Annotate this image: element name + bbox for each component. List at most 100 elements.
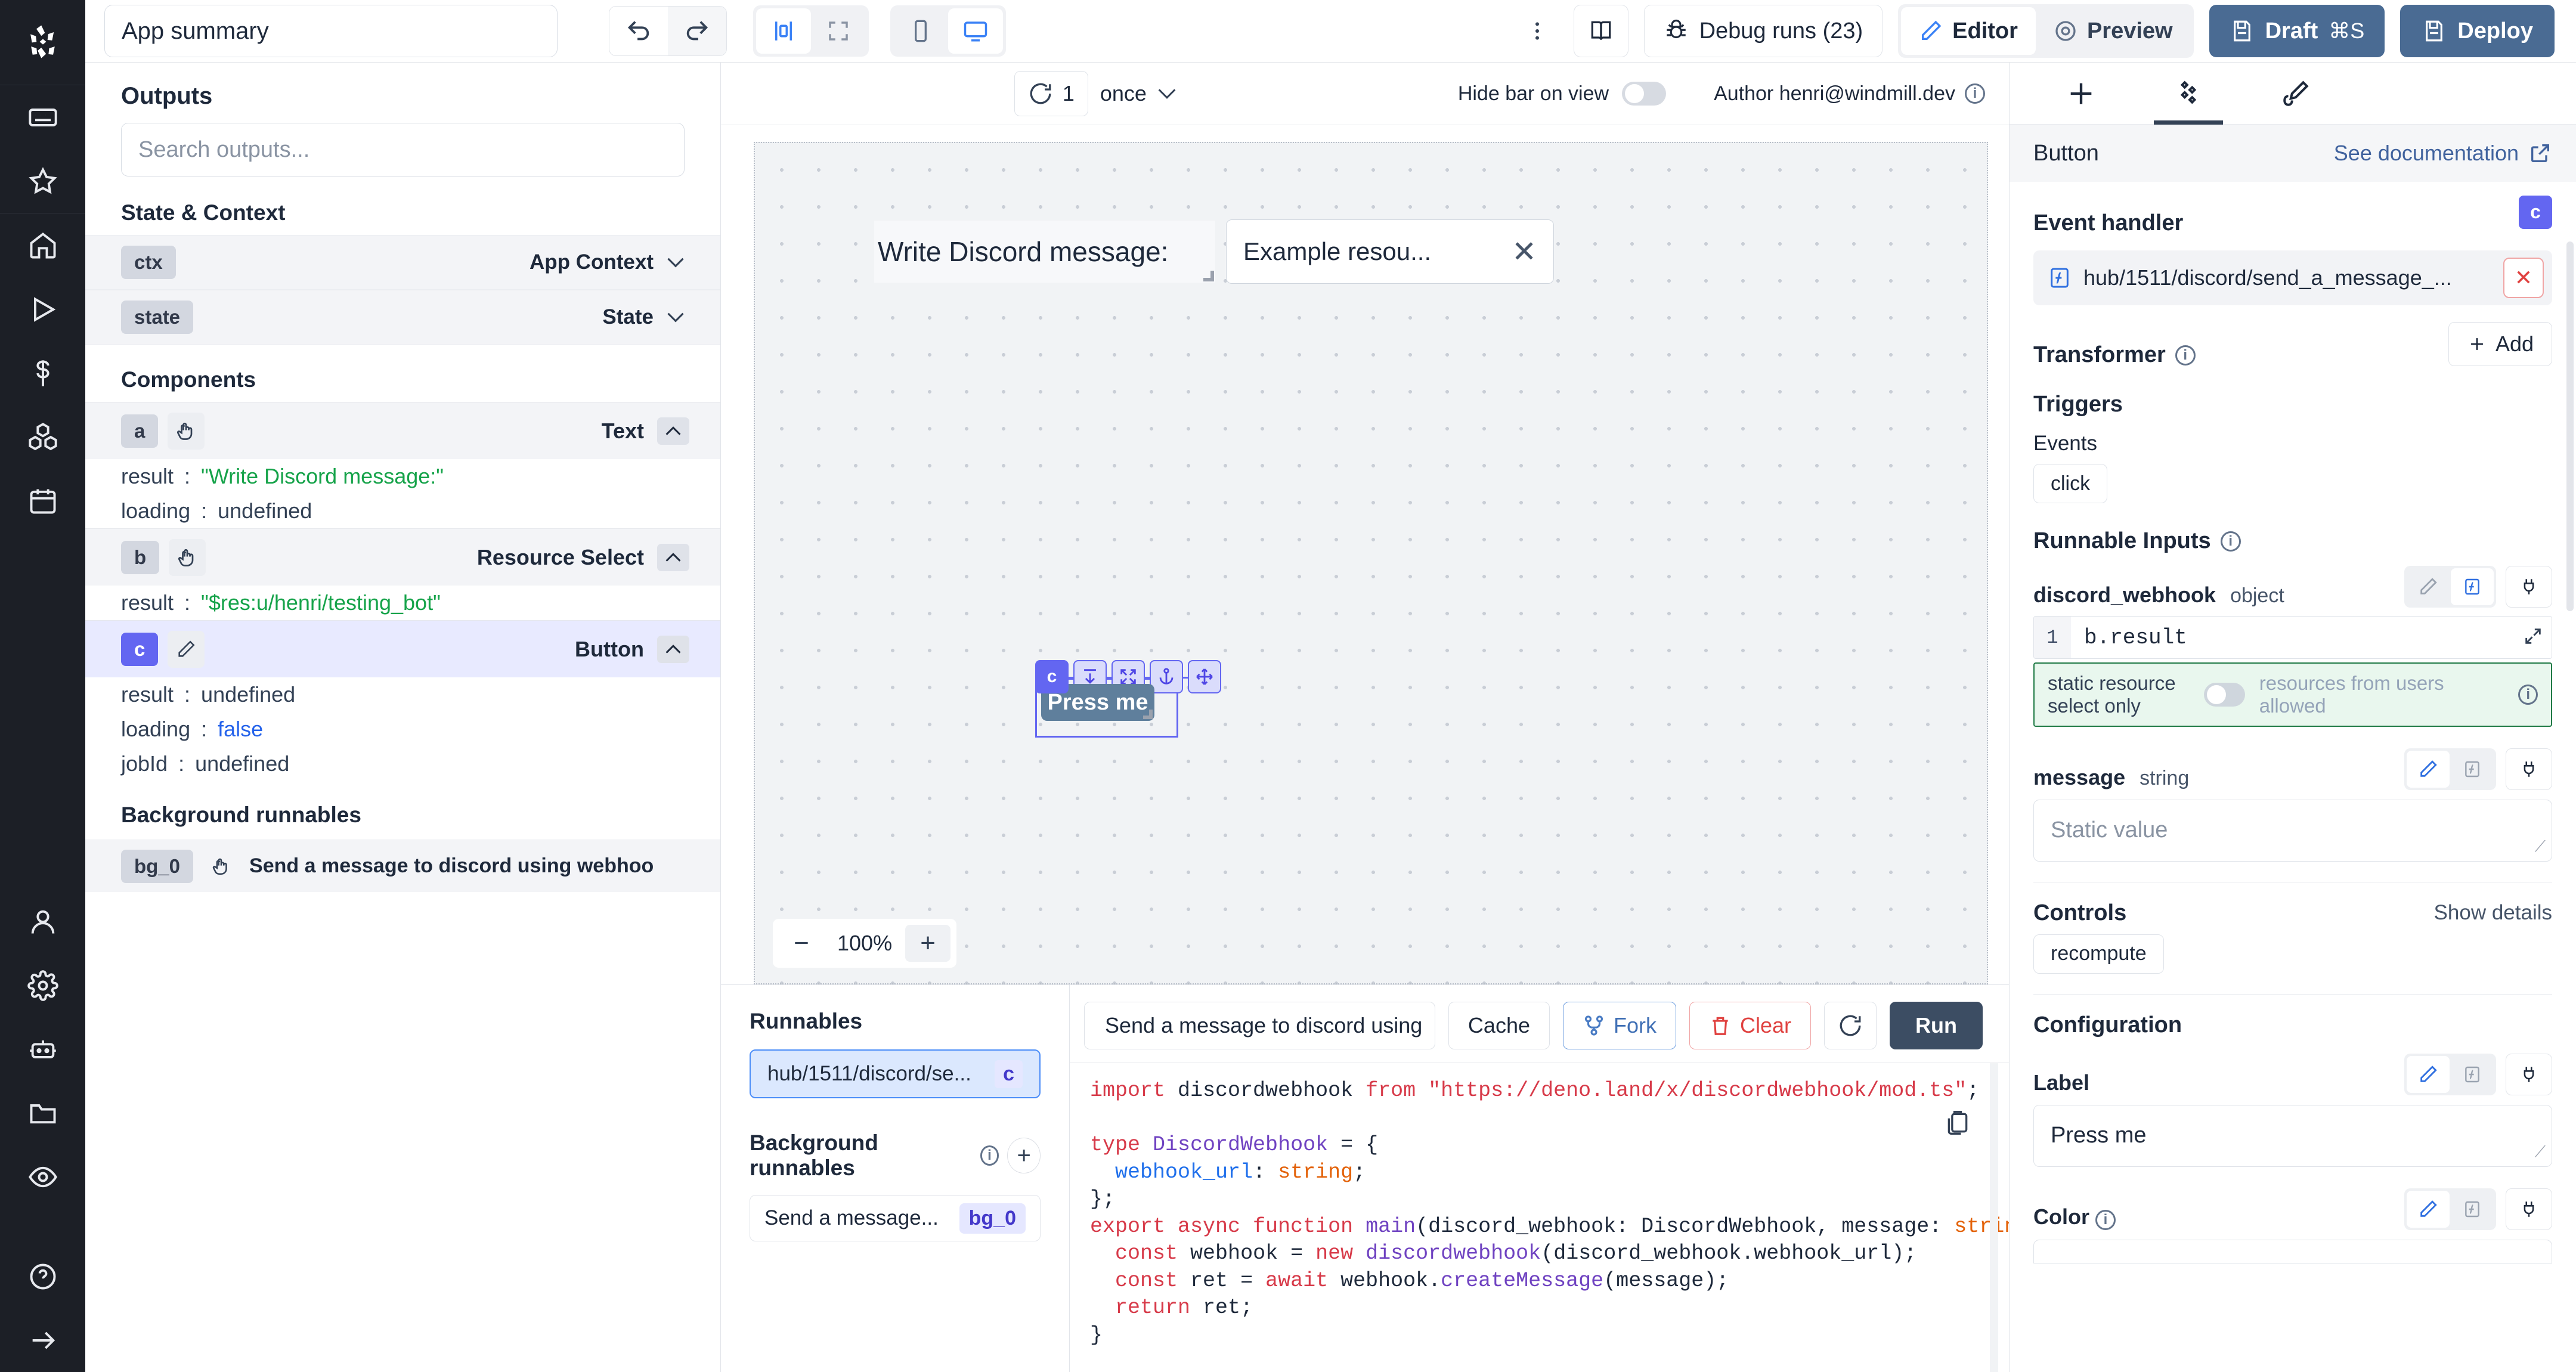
- pencil-icon[interactable]: [168, 631, 205, 668]
- resource-permission-toggle[interactable]: [2204, 683, 2245, 707]
- background-runnable-item[interactable]: Send a message... bg_0: [750, 1195, 1041, 1241]
- code-scrollbar[interactable]: [1990, 1063, 1998, 1372]
- event-handler-box[interactable]: hub/1511/discord/send_a_message_... ✕: [2033, 250, 2552, 305]
- message-static-value-input[interactable]: Static value ⟋: [2033, 800, 2552, 862]
- align-center-button[interactable]: [756, 8, 811, 54]
- refresh-interval-box[interactable]: 1: [1014, 71, 1088, 116]
- redo-button[interactable]: [668, 7, 726, 55]
- sidebar-item-audit[interactable]: [0, 1145, 85, 1209]
- expression-mode-button[interactable]: [2451, 1056, 2494, 1093]
- pointer-icon[interactable]: [168, 413, 205, 450]
- pointer-icon[interactable]: [205, 848, 237, 885]
- info-icon[interactable]: i: [2518, 685, 2538, 705]
- sidebar-item-home[interactable]: [0, 213, 85, 277]
- desktop-preview-button[interactable]: [948, 8, 1003, 54]
- frequency-select[interactable]: once: [1100, 81, 1176, 106]
- code-area[interactable]: import discordwebhook from "https://deno…: [1070, 1063, 2009, 1372]
- run-button[interactable]: Run: [1890, 1002, 1983, 1049]
- hide-bar-toggle[interactable]: [1622, 82, 1666, 106]
- app-title-input[interactable]: [104, 5, 558, 57]
- sidebar-item-runs[interactable]: [0, 277, 85, 341]
- tab-add-component[interactable]: [2027, 63, 2135, 125]
- windmill-logo-icon[interactable]: [13, 12, 73, 72]
- expression-mode-button[interactable]: [2451, 751, 2494, 788]
- resize-handle[interactable]: ⟋: [2535, 1142, 2546, 1162]
- show-details-link[interactable]: Show details: [2434, 901, 2552, 925]
- info-icon[interactable]: i: [2095, 1210, 2116, 1230]
- book-icon[interactable]: [1574, 5, 1628, 57]
- tab-preview[interactable]: Preview: [2036, 7, 2191, 55]
- connect-plug-button[interactable]: [2506, 748, 2552, 790]
- info-icon[interactable]: i: [2175, 345, 2196, 366]
- state-row-state[interactable]: state State: [85, 290, 720, 345]
- mobile-preview-button[interactable]: [893, 8, 948, 54]
- control-pill-recompute[interactable]: recompute: [2033, 934, 2164, 974]
- info-icon[interactable]: i: [980, 1145, 999, 1166]
- app-canvas[interactable]: Write Discord message: Example resou... …: [754, 142, 1988, 984]
- copy-icon[interactable]: [1945, 1110, 1971, 1139]
- remove-handler-button[interactable]: ✕: [2503, 258, 2544, 298]
- canvas-text-widget[interactable]: Write Discord message:: [874, 221, 1215, 283]
- anchor-icon[interactable]: [1150, 660, 1183, 693]
- expression-mode-button[interactable]: [2451, 1191, 2494, 1228]
- clear-button[interactable]: Clear: [1689, 1002, 1811, 1049]
- draft-button[interactable]: Draft ⌘S: [2209, 5, 2385, 57]
- resize-handle[interactable]: [1203, 271, 1214, 281]
- info-icon[interactable]: i: [1965, 83, 1985, 104]
- sidebar-item-settings[interactable]: [0, 953, 85, 1017]
- resize-handle[interactable]: ⟋: [2535, 837, 2546, 856]
- add-transformer-button[interactable]: Add: [2448, 322, 2552, 366]
- more-vertical-icon[interactable]: [1516, 8, 1558, 54]
- search-outputs-input[interactable]: [121, 123, 685, 176]
- component-header-b[interactable]: b Resource Select: [85, 528, 720, 586]
- undo-button[interactable]: [609, 7, 668, 55]
- connect-plug-button[interactable]: [2506, 1054, 2552, 1095]
- collapse-toggle-c[interactable]: [657, 636, 689, 663]
- component-header-a[interactable]: a Text: [85, 402, 720, 459]
- tab-styling[interactable]: [2242, 63, 2349, 125]
- color-value-input[interactable]: [2033, 1240, 2552, 1263]
- tab-editor[interactable]: Editor: [1901, 7, 2036, 55]
- component-header-c[interactable]: c Button: [85, 620, 720, 677]
- static-mode-button[interactable]: [2407, 1056, 2450, 1093]
- sidebar-item-schedules[interactable]: [0, 469, 85, 532]
- label-value-input[interactable]: Press me ⟋: [2033, 1105, 2552, 1167]
- debug-runs-button[interactable]: Debug runs (23): [1644, 5, 1883, 57]
- expand-editor-button[interactable]: [2523, 626, 2543, 649]
- expand-button[interactable]: [811, 8, 866, 54]
- sidebar-item-collapse[interactable]: [0, 1308, 85, 1372]
- close-icon[interactable]: ✕: [1512, 234, 1537, 269]
- runnable-item[interactable]: hub/1511/discord/se... c: [750, 1049, 1041, 1098]
- collapse-toggle-b[interactable]: [657, 544, 689, 571]
- zoom-in-button[interactable]: +: [905, 925, 950, 962]
- hide-bar-on-view[interactable]: Hide bar on view: [1458, 82, 1666, 106]
- sidebar-item-users[interactable]: [0, 890, 85, 953]
- sidebar-item-workers[interactable]: [0, 1017, 85, 1081]
- deploy-button[interactable]: Deploy: [2400, 5, 2555, 57]
- move-icon[interactable]: [1188, 660, 1221, 693]
- tab-component-settings[interactable]: [2135, 63, 2242, 125]
- sidebar-item-help[interactable]: [0, 1244, 85, 1308]
- sidebar-item-variables[interactable]: [0, 341, 85, 405]
- event-pill-click[interactable]: click: [2033, 464, 2107, 503]
- zoom-out-button[interactable]: −: [779, 925, 824, 962]
- pointer-icon[interactable]: [169, 539, 206, 576]
- state-row-ctx[interactable]: ctx App Context: [85, 235, 720, 290]
- static-mode-button[interactable]: [2407, 568, 2450, 605]
- field-code-input-discord-webhook[interactable]: 1 b.result: [2033, 616, 2552, 659]
- collapse-toggle-a[interactable]: [657, 417, 689, 445]
- fork-button[interactable]: Fork: [1563, 1002, 1676, 1049]
- see-documentation-link[interactable]: See documentation: [2334, 141, 2552, 166]
- add-background-runnable-button[interactable]: +: [1007, 1138, 1041, 1173]
- connect-plug-button[interactable]: [2506, 1188, 2552, 1230]
- static-mode-button[interactable]: [2407, 751, 2450, 788]
- background-runnable-row[interactable]: bg_0 Send a message to discord using web…: [85, 840, 720, 892]
- sidebar-item-keyboard[interactable]: [0, 85, 85, 149]
- connect-plug-button[interactable]: [2506, 566, 2552, 608]
- resize-handle[interactable]: [1143, 710, 1153, 719]
- expression-mode-button[interactable]: [2451, 568, 2494, 605]
- static-mode-button[interactable]: [2407, 1191, 2450, 1228]
- info-icon[interactable]: i: [2221, 531, 2241, 552]
- sidebar-item-favorites[interactable]: [0, 149, 85, 213]
- sidebar-item-folders[interactable]: [0, 1081, 85, 1145]
